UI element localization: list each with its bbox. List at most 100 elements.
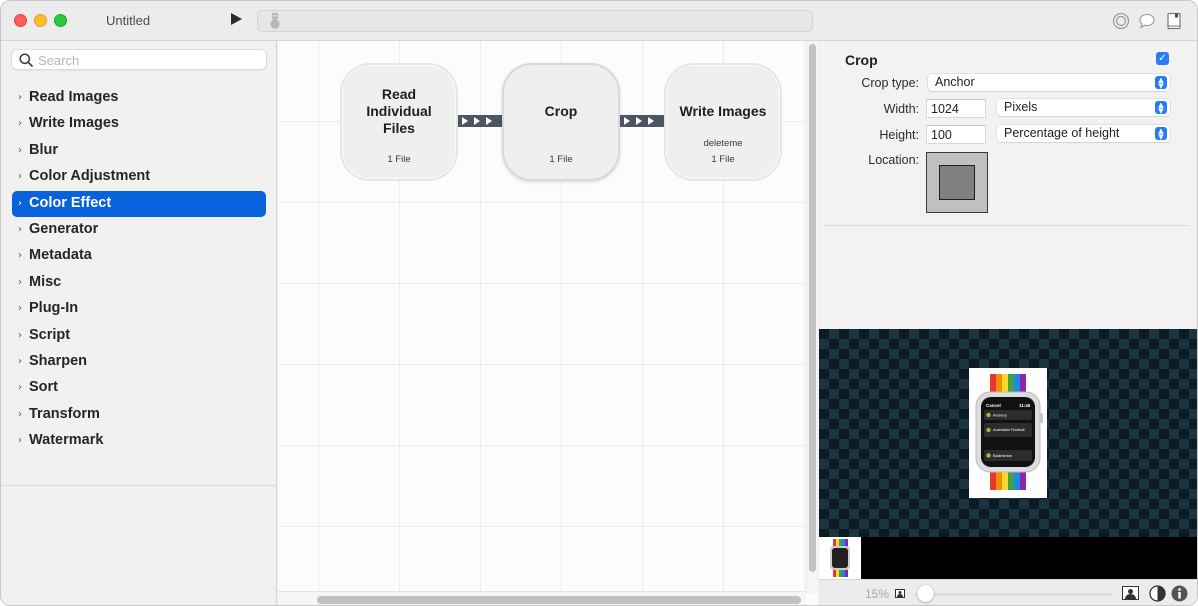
width-unit-value: Pixels	[1004, 100, 1038, 114]
search-icon	[19, 53, 33, 67]
window-title: Untitled	[106, 13, 151, 28]
popup-chevrons-icon: ▲ ▼	[1155, 76, 1167, 90]
node-file-count: 1 File	[387, 154, 411, 165]
preview-image: Cancel 11:46 Archery Australian Football…	[969, 368, 1047, 498]
horizontal-scrollbar[interactable]	[278, 591, 806, 605]
close-button[interactable]	[14, 14, 27, 27]
width-label: Width:	[883, 102, 919, 116]
image-preview[interactable]: Cancel 11:46 Archery Australian Football…	[819, 329, 1197, 537]
zoom-slider-knob[interactable]	[917, 585, 934, 602]
zoom-level-label: 15%	[865, 587, 890, 601]
crop-type-value: Anchor	[935, 75, 975, 89]
workflow-node-crop[interactable]: Crop 1 File	[502, 63, 620, 181]
thumbnail-strip	[819, 537, 1197, 579]
svg-text:Cancel: Cancel	[986, 403, 1001, 408]
popup-chevrons-icon: ▲ ▼	[1155, 127, 1167, 141]
target-icon[interactable]	[1112, 12, 1130, 30]
anchor-location-well[interactable]	[926, 152, 988, 213]
chevron-right-icon[interactable]: ›	[18, 250, 22, 261]
sidebar-item-label: Write Images	[29, 115, 119, 132]
play-icon[interactable]	[231, 13, 242, 25]
chevron-right-icon[interactable]: ›	[18, 224, 22, 235]
sidebar-item-plug-in[interactable]: › Plug-In	[12, 296, 266, 322]
sidebar-item-label: Sort	[29, 379, 58, 396]
chevron-right-icon[interactable]: ›	[18, 435, 22, 446]
large-image-icon[interactable]	[1122, 586, 1139, 600]
minimize-button[interactable]	[34, 14, 47, 27]
svg-text:11:46: 11:46	[1019, 403, 1031, 408]
anchor-location-indicator	[939, 165, 975, 200]
sidebar-item-generator[interactable]: › Generator	[12, 217, 266, 243]
enable-checkbox[interactable]: ✓	[1156, 52, 1169, 65]
sidebar-item-sharpen[interactable]: › Sharpen	[12, 349, 266, 375]
chevron-right-icon[interactable]: ›	[18, 92, 22, 103]
sidebar-item-transform[interactable]: › Transform	[12, 402, 266, 428]
chevron-right-icon[interactable]: ›	[18, 330, 22, 341]
small-image-icon[interactable]	[895, 589, 905, 598]
apple-watch-image: Cancel 11:46 Archery Australian Football…	[975, 374, 1043, 490]
node-file-count: 1 File	[711, 154, 735, 165]
image-thumbnail[interactable]	[819, 537, 861, 579]
sidebar-item-label: Color Effect	[29, 194, 112, 211]
sidebar-divider	[1, 485, 277, 486]
sidebar-item-script[interactable]: › Script	[12, 323, 266, 349]
search-field[interactable]	[11, 49, 267, 70]
chevron-right-icon[interactable]: ›	[18, 303, 22, 314]
sidebar-item-label: Color Adjustment	[29, 168, 151, 185]
speech-bubble-icon[interactable]	[1138, 12, 1156, 30]
sidebar-item-label: Plug-In	[29, 300, 79, 317]
info-icon[interactable]	[1171, 585, 1188, 602]
node-title: Crop	[544, 103, 578, 119]
sidebar-item-read-images[interactable]: › Read Images	[12, 85, 266, 111]
sidebar-item-write-images[interactable]: › Write Images	[12, 111, 266, 137]
svg-text:Badminton: Badminton	[993, 453, 1012, 458]
contrast-icon[interactable]	[1149, 585, 1166, 602]
chevron-right-icon[interactable]: ›	[18, 409, 22, 420]
connector-arrow	[458, 115, 504, 127]
chevron-right-icon[interactable]: ›	[18, 118, 22, 129]
zoom-slider-track[interactable]	[915, 593, 1113, 596]
sidebar-item-label: Script	[29, 326, 71, 343]
inspector-title: Crop	[845, 52, 878, 68]
preview-toolbar: 15%	[819, 579, 1197, 605]
status-field[interactable]	[257, 10, 813, 32]
sidebar-item-label: Sharpen	[29, 352, 88, 369]
sidebar-item-blur[interactable]: › Blur	[12, 138, 266, 164]
chevron-right-icon[interactable]: ›	[18, 198, 22, 209]
height-unit-popup[interactable]: Percentage of height ▲ ▼	[997, 125, 1170, 142]
workflow-node-read-individual-files[interactable]: Read Individual Files 1 File	[340, 63, 458, 181]
search-input[interactable]	[38, 51, 258, 69]
chevron-right-icon[interactable]: ›	[18, 171, 22, 182]
chevron-right-icon[interactable]: ›	[18, 382, 22, 393]
sidebar-item-label: Transform	[29, 405, 100, 422]
vertical-scrollbar[interactable]	[806, 41, 818, 593]
vertical-scroll-thumb[interactable]	[809, 44, 816, 572]
width-unit-popup[interactable]: Pixels ▲ ▼	[997, 99, 1170, 116]
sidebar-item-watermark[interactable]: › Watermark	[12, 428, 266, 454]
title-bar: Untitled	[1, 1, 1197, 41]
workflow-node-write-images[interactable]: Write Images deleteme 1 File	[664, 63, 782, 181]
sidebar-item-misc[interactable]: › Misc	[12, 270, 266, 296]
height-unit-value: Percentage of height	[1004, 126, 1120, 140]
book-icon[interactable]	[1165, 12, 1183, 30]
node-subtitle: deleteme	[703, 138, 743, 149]
sidebar-item-color-adjustment[interactable]: › Color Adjustment	[12, 164, 266, 190]
sidebar-item-label: Blur	[29, 141, 58, 158]
crop-type-popup[interactable]: Anchor ▲ ▼	[928, 74, 1170, 91]
workflow-canvas[interactable]: Read Individual Files 1 File Crop 1 File…	[278, 41, 818, 605]
chevron-right-icon[interactable]: ›	[18, 145, 22, 156]
sidebar-item-sort[interactable]: › Sort	[12, 375, 266, 401]
chevron-right-icon[interactable]: ›	[18, 356, 22, 367]
horizontal-scroll-thumb[interactable]	[317, 596, 801, 604]
width-field[interactable]	[926, 99, 986, 118]
chevron-right-icon[interactable]: ›	[18, 277, 22, 288]
zoom-button[interactable]	[54, 14, 67, 27]
height-field[interactable]	[926, 125, 986, 144]
thumbnail-watch-image	[830, 539, 850, 577]
sidebar-item-label: Watermark	[29, 432, 104, 449]
app-window: Untitled ›Re	[0, 0, 1198, 606]
sidebar-item-color-effect[interactable]: › Color Effect	[12, 190, 266, 217]
inspector-panel: Crop ✓ Crop type: Anchor ▲▼ Width: Pixel…	[819, 41, 1197, 329]
sidebar-item-metadata[interactable]: › Metadata	[12, 243, 266, 269]
robot-icon	[270, 13, 280, 29]
